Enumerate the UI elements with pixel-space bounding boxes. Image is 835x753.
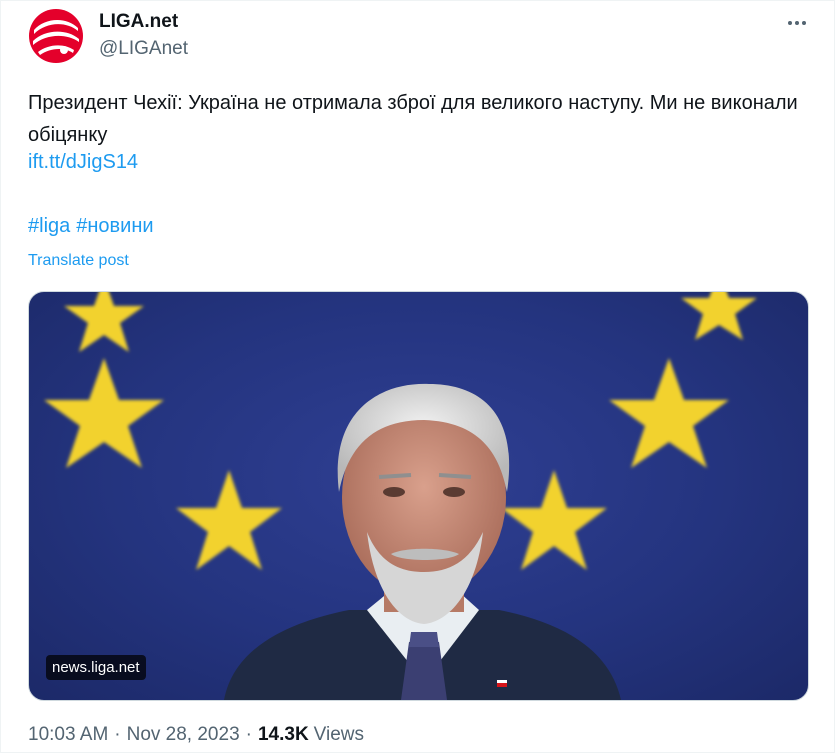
eu-flag-portrait-image	[44, 292, 757, 700]
author-display-name[interactable]: LIGA.net	[99, 11, 178, 33]
author-handle[interactable]: @LIGAnet	[99, 38, 188, 60]
meta-separator: ·	[245, 724, 252, 745]
post-text: Президент Чехії: Україна не отримала збр…	[28, 92, 798, 146]
post-image[interactable]: news.liga.net	[28, 291, 809, 701]
post-meta: 10:03 AM · Nov 28, 2023 · 14.3K Views	[28, 724, 364, 746]
meta-separator: ·	[114, 724, 121, 745]
hashtags: #liga #новини	[28, 215, 160, 238]
post-date[interactable]: Nov 28, 2023	[127, 724, 240, 746]
media-source-badge: news.liga.net	[46, 655, 146, 680]
avatar[interactable]	[28, 8, 84, 64]
author-name-row: LIGA.net	[99, 11, 178, 33]
more-options-button[interactable]	[782, 11, 812, 35]
post-time[interactable]: 10:03 AM	[28, 724, 108, 746]
liga-logo-icon	[29, 9, 83, 63]
tweet-card[interactable]: LIGA.net @LIGAnet Президент Чехії: Украї…	[0, 0, 835, 753]
views-label: Views	[313, 724, 365, 745]
views-count: 14.3K	[257, 724, 309, 745]
hashtag-liga[interactable]: #liga	[28, 215, 70, 237]
translate-post-link[interactable]: Translate post	[28, 252, 129, 270]
more-horizontal-icon	[788, 21, 792, 25]
hashtag-novyny[interactable]: #новини	[76, 215, 153, 237]
post-link[interactable]: ift.tt/dJigS14	[28, 151, 138, 174]
